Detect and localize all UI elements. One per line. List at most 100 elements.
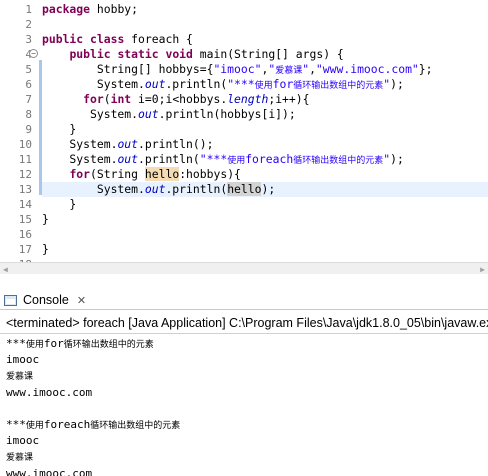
code-line[interactable]: System.out.println(); <box>42 137 213 152</box>
scroll-right-icon[interactable]: ▶ <box>480 265 485 274</box>
code-token: static <box>117 47 159 61</box>
code-token: public <box>69 47 111 61</box>
code-token: package <box>42 2 91 16</box>
line-number: 10 <box>18 138 32 151</box>
line-number: 11 <box>18 153 32 166</box>
code-token: } <box>42 122 77 136</box>
console-output-line: imooc <box>6 433 39 449</box>
code-line[interactable]: for(String hello:hobbys){ <box>42 167 241 182</box>
code-token: "www.imooc.com" <box>315 62 419 76</box>
code-token: class <box>90 32 125 46</box>
code-token: .println( <box>165 77 228 91</box>
pane-separator <box>0 274 488 288</box>
code-line[interactable]: } <box>42 242 49 257</box>
code-token: void <box>165 47 193 61</box>
line-number: 2 <box>25 18 32 31</box>
code-token: int <box>110 92 132 106</box>
code-token: System. <box>42 137 118 151</box>
code-token: for <box>272 77 294 91</box>
code-token: 使用 <box>227 156 246 166</box>
line-number: 7 <box>25 93 32 106</box>
code-token: , <box>309 62 316 76</box>
console-view-tabbar: Console ✕ <box>0 288 488 310</box>
code-token: .println(hobbys[i]); <box>158 107 296 121</box>
line-number: 3 <box>25 33 32 46</box>
tab-console-label: Console <box>23 293 69 307</box>
line-number: 16 <box>18 228 32 241</box>
code-token: hello <box>227 182 262 196</box>
current-code-line[interactable]: System.out.println(hello); <box>42 182 488 197</box>
code-token: String[] hobbys={ <box>42 62 214 76</box>
line-number: 8 <box>25 108 32 121</box>
editor-horizontal-scrollbar[interactable]: ◀ ▶ <box>0 262 488 274</box>
code-token: i=0;i<hobbys. <box>131 92 228 106</box>
console-text: 使用 <box>25 421 44 431</box>
line-number: 6 <box>25 78 32 91</box>
code-line[interactable]: String[] hobbys={"imooc","爱慕课","www.imoo… <box>42 62 433 77</box>
code-line[interactable]: package hobby; <box>42 2 138 17</box>
console-output-line: 爱慕课 <box>6 449 33 465</box>
console-text: 爱慕课 <box>6 453 34 464</box>
fold-collapse-icon[interactable]: − <box>29 49 38 58</box>
code-line[interactable]: public static void main(String[] args) { <box>42 47 343 62</box>
code-token: 爱慕课 <box>275 66 303 76</box>
console-output-line: www.imooc.com <box>6 466 92 476</box>
code-line[interactable]: for(int i=0;i<hobbys.length;i++){ <box>42 92 310 107</box>
tab-console[interactable]: Console ✕ <box>4 290 100 310</box>
line-number: 12 <box>18 168 32 181</box>
code-token: out <box>138 107 159 121</box>
console-text: *** <box>6 337 26 350</box>
console-text: 爱慕课 <box>6 372 34 383</box>
code-token: out <box>144 77 166 91</box>
code-token: hobby; <box>90 2 139 16</box>
code-line[interactable]: } <box>42 212 49 227</box>
console-text: foreach <box>43 418 91 431</box>
scroll-left-icon[interactable]: ◀ <box>3 265 8 274</box>
line-number: 1 <box>25 3 32 16</box>
code-line[interactable]: public class foreach { <box>42 32 193 47</box>
code-token: .println(); <box>138 137 214 151</box>
console-output-line: imooc <box>6 352 39 368</box>
console-text: 循环输出数组中的元素 <box>90 421 181 431</box>
code-token: ( <box>103 92 111 106</box>
console-text: www.imooc.com <box>6 466 93 476</box>
line-number: 9 <box>25 123 32 136</box>
code-token: ); <box>261 182 276 196</box>
code-line[interactable]: } <box>42 122 76 137</box>
console-output-line: ***使用foreach循环输出数组中的元素 <box>6 417 180 433</box>
code-token: System. <box>42 107 139 121</box>
code-token: for <box>69 167 91 181</box>
code-editor[interactable]: 123456789101112131415161718 − package ho… <box>0 0 488 271</box>
code-token: } <box>42 197 77 211</box>
code-token: :hobbys){ <box>179 167 241 181</box>
code-token: hello <box>144 167 180 181</box>
line-number-gutter: 123456789101112131415161718 <box>12 0 36 271</box>
code-token: ); <box>390 77 404 91</box>
code-token: System. <box>42 77 145 91</box>
code-token: ); <box>390 152 404 166</box>
code-line[interactable]: System.out.println(hobbys[i]); <box>42 107 296 122</box>
code-token: ;i++){ <box>268 92 310 106</box>
console-text: 使用 <box>25 340 44 350</box>
console-text: imooc <box>6 434 40 448</box>
code-line[interactable]: System.out.println("***使用for循环输出数组中的元素")… <box>42 77 404 92</box>
code-token: public <box>42 32 84 46</box>
line-number: 5 <box>25 63 32 76</box>
console-status: <terminated> foreach [Java Application] … <box>0 312 488 334</box>
close-icon[interactable]: ✕ <box>77 294 86 307</box>
console-icon <box>4 294 17 306</box>
code-token: "*** <box>199 152 228 166</box>
console-text: www.imooc.com <box>6 385 93 399</box>
console-output-line: www.imooc.com <box>6 385 92 401</box>
code-token: .println( <box>138 152 200 166</box>
code-line[interactable]: System.out.println("***使用foreach循环输出数组中的… <box>42 152 404 167</box>
code-token: .println( <box>165 182 228 196</box>
code-line[interactable]: } <box>42 197 76 212</box>
code-token: System. <box>42 152 118 166</box>
line-number: 14 <box>18 198 32 211</box>
code-token: out <box>117 152 139 166</box>
code-token: "imooc" <box>213 62 262 76</box>
